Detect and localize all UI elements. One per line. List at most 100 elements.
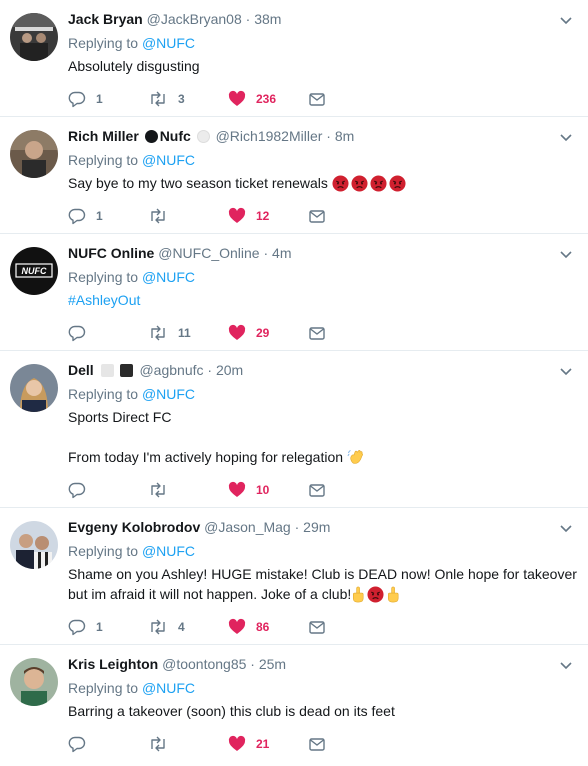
reply-count: 1 <box>96 92 103 106</box>
avatar[interactable] <box>10 521 58 569</box>
like-button[interactable]: 236 <box>228 90 308 108</box>
timestamp[interactable]: 8m <box>335 128 354 144</box>
chevron-down-icon[interactable] <box>558 129 574 145</box>
retweet-button[interactable]: 4 <box>148 618 228 636</box>
user-name[interactable]: Evgeny Kolobrodov <box>68 519 200 535</box>
replying-to: Replying to @NUFC <box>68 151 578 169</box>
separator: · <box>326 128 331 144</box>
avatar[interactable] <box>10 364 58 412</box>
user-handle[interactable]: @JackBryan08 <box>147 11 242 27</box>
timestamp[interactable]: 20m <box>216 362 243 378</box>
mention-link[interactable]: @NUFC <box>142 269 195 285</box>
chevron-down-icon[interactable] <box>558 363 574 379</box>
timestamp[interactable]: 25m <box>259 656 286 672</box>
retweet-icon <box>151 736 165 752</box>
user-name-suffix[interactable]: Nufc <box>160 128 191 144</box>
avatar[interactable] <box>10 658 58 706</box>
user-handle[interactable]: @Jason_Mag <box>204 519 291 535</box>
chevron-down-icon[interactable] <box>558 12 574 28</box>
replying-to: Replying to @NUFC <box>68 679 578 697</box>
mention-link[interactable]: @NUFC <box>142 386 195 402</box>
reply-icon <box>68 736 86 753</box>
timestamp[interactable]: 4m <box>272 245 291 261</box>
replying-to: Replying to @NUFC <box>68 268 578 286</box>
like-button[interactable]: 21 <box>228 735 308 753</box>
replying-to: Replying to @NUFC <box>68 542 578 560</box>
user-handle[interactable]: @Rich1982Miller <box>216 128 323 144</box>
like-button[interactable]: 86 <box>228 618 308 636</box>
like-button[interactable]: 12 <box>228 207 308 225</box>
reply-button[interactable] <box>68 324 148 342</box>
user-name[interactable]: Kris Leighton <box>68 656 158 672</box>
reply-button[interactable] <box>68 481 148 499</box>
retweet-button[interactable] <box>148 481 228 499</box>
tweet-text-body: Shame on you Ashley! HUGE mistake! Club … <box>68 566 581 602</box>
user-name[interactable]: Rich Miller <box>68 128 139 144</box>
middle-finger-emoji <box>353 586 364 603</box>
like-count: 86 <box>256 620 270 634</box>
retweet-icon <box>151 619 165 635</box>
heart-icon <box>228 324 246 340</box>
tweet[interactable]: NUFC NUFC Online @NUFC_Online · 4m Reply… <box>0 234 588 351</box>
mention-link[interactable]: @NUFC <box>142 680 195 696</box>
user-handle[interactable]: @agbnufc <box>139 362 203 378</box>
user-name[interactable]: Jack Bryan <box>68 11 143 27</box>
user-name[interactable]: NUFC Online <box>68 245 154 261</box>
reply-icon <box>68 482 86 499</box>
waving-hand-emoji <box>347 450 363 464</box>
tweet[interactable]: Evgeny Kolobrodov @Jason_Mag · 29m Reply… <box>0 508 588 645</box>
mention-link[interactable]: @NUFC <box>142 35 195 51</box>
timestamp[interactable]: 29m <box>303 519 330 535</box>
tweet[interactable]: Kris Leighton @toontong85 · 25m Replying… <box>0 645 588 763</box>
direct-message-button[interactable] <box>308 90 388 108</box>
tweet[interactable]: Dell @agbnufc · 20m Replying to @NUFC Sp… <box>0 351 588 508</box>
direct-message-button[interactable] <box>308 324 388 342</box>
retweet-icon <box>151 91 165 107</box>
avatar[interactable] <box>10 13 58 61</box>
tweet-header: Rich Miller Nufc @Rich1982Miller · 8m <box>68 126 578 146</box>
chevron-down-icon[interactable] <box>558 246 574 262</box>
like-button[interactable]: 29 <box>228 324 308 342</box>
mention-link[interactable]: @NUFC <box>142 152 195 168</box>
reply-button[interactable] <box>68 735 148 753</box>
tweet-header: NUFC Online @NUFC_Online · 4m <box>68 243 578 263</box>
retweet-button[interactable]: 3 <box>148 90 228 108</box>
retweet-button[interactable] <box>148 735 228 753</box>
direct-message-button[interactable] <box>308 618 388 636</box>
tweet[interactable]: Jack Bryan @JackBryan08 · 38m Replying t… <box>0 0 588 117</box>
reply-button[interactable]: 1 <box>68 618 148 636</box>
direct-message-button[interactable] <box>308 207 388 225</box>
direct-message-button[interactable] <box>308 481 388 499</box>
tweet[interactable]: Rich Miller Nufc @Rich1982Miller · 8m Re… <box>0 117 588 234</box>
avatar[interactable]: NUFC <box>10 247 58 295</box>
like-count: 12 <box>256 209 270 223</box>
tweet-header: Kris Leighton @toontong85 · 25m <box>68 654 578 674</box>
reply-button[interactable]: 1 <box>68 90 148 108</box>
timestamp[interactable]: 38m <box>254 11 281 27</box>
like-button[interactable]: 10 <box>228 481 308 499</box>
separator: · <box>263 245 269 261</box>
direct-message-button[interactable] <box>308 735 388 753</box>
avatar[interactable] <box>10 130 58 178</box>
reply-button[interactable]: 1 <box>68 207 148 225</box>
retweet-button[interactable]: 11 <box>148 324 228 342</box>
white-square-emoji <box>100 364 114 377</box>
chevron-down-icon[interactable] <box>558 657 574 673</box>
replying-to-label: Replying to <box>68 269 142 285</box>
chevron-down-icon[interactable] <box>558 520 574 536</box>
tweet-text-body: Sports Direct FC From today I'm actively… <box>68 409 344 465</box>
heart-icon <box>228 618 246 634</box>
retweet-button[interactable] <box>148 207 228 225</box>
replying-to-label: Replying to <box>68 152 142 168</box>
nufc-logo-text: NUFC <box>22 266 47 276</box>
user-handle[interactable]: @toontong85 <box>162 656 246 672</box>
user-name[interactable]: Dell <box>68 362 94 378</box>
retweet-icon <box>151 325 165 341</box>
hashtag-link[interactable]: #AshleyOut <box>68 292 140 308</box>
separator: · <box>294 519 300 535</box>
angry-face-emoji <box>389 175 406 192</box>
user-handle[interactable]: @NUFC_Online <box>158 245 259 261</box>
mention-link[interactable]: @NUFC <box>142 543 195 559</box>
separator: · <box>245 11 251 27</box>
tweet-text: Barring a takeover (soon) this club is d… <box>68 703 395 719</box>
